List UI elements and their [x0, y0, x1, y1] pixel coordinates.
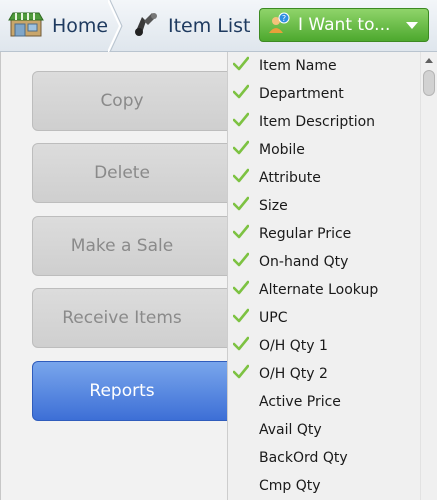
column-menu-item[interactable]: Mobile	[228, 136, 418, 164]
checkmark-icon	[233, 168, 249, 183]
column-menu-item-label: Avail Qty	[259, 422, 322, 438]
scrollbar-thumb[interactable]	[423, 70, 435, 96]
checkmark-icon	[233, 252, 249, 267]
column-menu-item-label: Cmp Qty	[259, 478, 321, 494]
column-menu-item[interactable]: Item Name	[228, 52, 418, 80]
column-menu-item-label: On-hand Qty	[259, 254, 349, 270]
column-menu-item-label: Size	[259, 198, 288, 214]
breadcrumb-bar: Home Item List ? I Want to...	[0, 0, 437, 52]
store-icon	[8, 11, 44, 42]
column-menu-item-label: O/H Qty 1	[259, 338, 328, 354]
column-menu-item-label: Regular Price	[259, 226, 352, 242]
column-menu-item[interactable]: BackOrd Qty	[228, 444, 418, 472]
column-menu-item-label: Mobile	[259, 142, 305, 158]
i-want-to-label: I Want to...	[298, 15, 391, 35]
column-menu-item-label: Active Price	[259, 394, 341, 410]
column-menu-item-label: Item Name	[259, 58, 337, 74]
svg-text:?: ?	[282, 14, 286, 23]
column-menu-item-label: O/H Qty 2	[259, 366, 328, 382]
column-menu-item-label: Item Description	[259, 114, 376, 130]
column-menu-item-label: Attribute	[259, 170, 321, 186]
checkmark-icon	[233, 140, 249, 155]
checkmark-icon	[233, 364, 249, 379]
columns-dropdown-menu: Item Name Department Item Description Mobil…	[227, 52, 437, 500]
columns-menu-list: Item Name Department Item Description Mobil…	[228, 52, 420, 500]
column-menu-item[interactable]: Department	[228, 80, 418, 108]
checkmark-icon	[233, 84, 249, 99]
breadcrumb-item-list-label: Item List	[168, 15, 251, 37]
dropdown-scrollbar[interactable]	[420, 52, 437, 500]
checkmark-icon	[233, 56, 249, 71]
breadcrumb-home[interactable]: Home	[8, 0, 108, 52]
breadcrumb-home-label: Home	[52, 15, 109, 37]
i-want-to-button[interactable]: ? I Want to...	[259, 8, 429, 42]
column-menu-item[interactable]: Attribute	[228, 164, 418, 192]
column-menu-item[interactable]: UPC	[228, 304, 418, 332]
column-menu-item[interactable]: Regular Price	[228, 220, 418, 248]
checkmark-icon	[233, 196, 249, 211]
column-menu-item[interactable]: O/H Qty 1	[228, 332, 418, 360]
column-menu-item[interactable]: Size	[228, 192, 418, 220]
checkmark-icon	[233, 308, 249, 323]
column-menu-item[interactable]: Avail Qty	[228, 416, 418, 444]
column-menu-item[interactable]: Active Price	[228, 388, 418, 416]
column-menu-item[interactable]: Item Description	[228, 108, 418, 136]
checkmark-icon	[233, 336, 249, 351]
checkmark-icon	[233, 112, 249, 127]
column-menu-item[interactable]: O/H Qty 2	[228, 360, 418, 388]
users-icon: ?	[268, 12, 292, 39]
column-menu-item-label: Alternate Lookup	[259, 282, 379, 298]
column-menu-item[interactable]: Alternate Lookup	[228, 276, 418, 304]
column-menu-item[interactable]: On-hand Qty	[228, 248, 418, 276]
checkmark-icon	[233, 280, 249, 295]
breadcrumb-separator	[108, 0, 123, 52]
column-menu-item-label: UPC	[259, 310, 288, 326]
chevron-down-icon	[406, 22, 418, 29]
column-menu-item-label: Department	[259, 86, 344, 102]
binoculars-icon	[132, 11, 160, 42]
checkmark-icon	[233, 224, 249, 239]
column-menu-item[interactable]: Cmp Qty	[228, 472, 418, 500]
column-menu-item-label: BackOrd Qty	[259, 450, 348, 466]
breadcrumb-item-list[interactable]: Item List	[132, 0, 251, 52]
scroll-up-arrow-icon[interactable]	[425, 58, 433, 63]
